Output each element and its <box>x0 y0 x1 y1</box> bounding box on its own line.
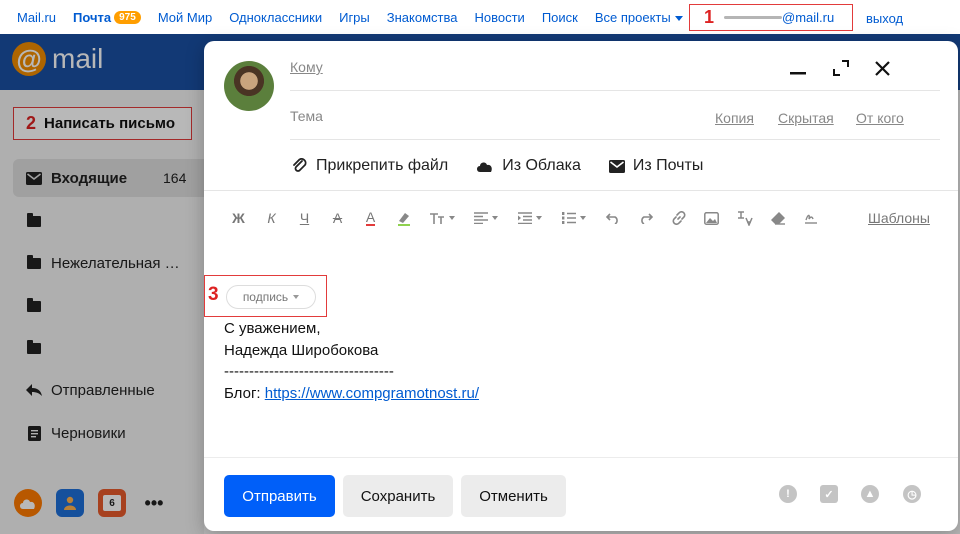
topbar-link-news[interactable]: Новости <box>474 10 524 25</box>
reminder-icon[interactable]: ▲ <box>861 485 879 503</box>
cc-link[interactable]: Копия <box>715 110 754 126</box>
schedule-icon[interactable]: ◷ <box>903 485 921 503</box>
body-line[interactable]: С уважением, <box>224 320 321 337</box>
bcc-link[interactable]: Скрытая <box>778 110 834 126</box>
blog-link[interactable]: https://www.compgramotnost.ru/ <box>265 385 479 402</box>
translate-icon <box>737 211 753 226</box>
expand-icon[interactable] <box>830 57 852 79</box>
image-button[interactable] <box>695 207 728 229</box>
strikethrough-icon: A <box>332 210 343 226</box>
bold-icon: Ж <box>232 210 245 226</box>
from-mail-button[interactable]: Из Почты <box>608 157 704 175</box>
redo-icon <box>640 213 653 224</box>
topbar-link-mail-label: Почта <box>73 9 112 25</box>
undo-icon <box>605 213 618 224</box>
strikethrough-button[interactable]: A <box>321 207 354 229</box>
link-icon <box>672 211 685 225</box>
recipient-field[interactable]: Кому <box>290 59 323 75</box>
from-link[interactable]: От кого <box>856 110 904 126</box>
underline-icon: Ч <box>299 210 310 226</box>
numbered-list-icon <box>562 212 576 224</box>
topbar-link-moy-mir[interactable]: Мой Мир <box>158 10 212 25</box>
underline-button[interactable]: Ч <box>288 207 321 229</box>
topbar-link-all-projects[interactable]: Все проекты <box>595 10 683 25</box>
sender-avatar[interactable] <box>224 61 274 111</box>
list-button[interactable] <box>552 207 596 229</box>
font-size-icon <box>430 213 444 224</box>
important-icon[interactable]: ! <box>779 485 797 503</box>
annotation-marker: 3 <box>208 284 219 305</box>
topbar-link-mailru[interactable]: Mail.ru <box>17 10 56 25</box>
highlight-icon <box>397 213 410 226</box>
eraser-icon <box>770 212 785 225</box>
blog-label: Блог: <box>224 385 265 402</box>
bold-button[interactable]: Ж <box>222 207 255 229</box>
body-line[interactable]: Надежда Широбокова <box>224 342 378 359</box>
from-cloud-button[interactable]: Из Облака <box>476 157 581 175</box>
chevron-down-icon <box>674 15 683 21</box>
font-size-button[interactable] <box>420 207 464 229</box>
align-button[interactable] <box>464 207 508 229</box>
italic-button[interactable]: К <box>255 207 288 229</box>
attach-row: Прикрепить файл Из Облака Из Почты <box>292 157 731 175</box>
cancel-button[interactable]: Отменить <box>461 475 566 517</box>
cloud-icon <box>476 160 494 172</box>
close-icon[interactable] <box>871 57 893 79</box>
from-cloud-label: Из Облака <box>502 157 581 174</box>
chevron-down-icon <box>293 295 300 299</box>
signature-select-label: подпись <box>242 290 289 304</box>
formatting-toolbar: Ж К Ч A A <box>222 207 827 229</box>
align-left-icon <box>474 212 488 224</box>
indent-icon <box>518 212 532 224</box>
logout-link[interactable]: выход <box>866 11 903 26</box>
undo-button[interactable] <box>596 207 629 229</box>
highlight-button[interactable] <box>387 207 420 229</box>
send-button[interactable]: Отправить <box>224 475 335 517</box>
from-mail-label: Из Почты <box>632 157 704 174</box>
signature-select[interactable]: подпись <box>226 285 316 309</box>
minimize-icon[interactable] <box>787 57 809 79</box>
redacted-username <box>724 16 783 19</box>
topbar-link-mail[interactable]: Почта 975 <box>73 10 141 25</box>
indent-button[interactable] <box>508 207 552 229</box>
text-color-button[interactable]: A <box>354 207 387 229</box>
translate-button[interactable] <box>728 207 761 229</box>
signature-settings-button[interactable] <box>794 207 827 229</box>
italic-icon: К <box>267 210 276 226</box>
attach-file-button[interactable]: Прикрепить файл <box>292 157 448 175</box>
subject-field[interactable]: Тема <box>290 108 323 124</box>
redo-button[interactable] <box>629 207 662 229</box>
all-projects-label: Все проекты <box>594 9 671 25</box>
compose-dialog: Кому Тема Копия Скрытая От кого Прикрепи… <box>204 41 958 531</box>
clear-format-button[interactable] <box>761 207 794 229</box>
topbar-link-games[interactable]: Игры <box>339 10 370 25</box>
divider <box>204 457 958 458</box>
body-line[interactable]: Блог: https://www.compgramotnost.ru/ <box>224 385 479 402</box>
templates-link[interactable]: Шаблоны <box>868 210 930 226</box>
topbar-link-odnoklassniki[interactable]: Одноклассники <box>229 10 322 25</box>
link-button[interactable] <box>662 207 695 229</box>
body-separator[interactable]: ---------------------------------- <box>224 363 394 380</box>
divider <box>204 190 958 191</box>
divider <box>290 139 940 140</box>
account-domain: @mail.ru <box>782 10 835 25</box>
text-color-icon: A <box>365 209 376 226</box>
annotation-marker: 1 <box>704 7 715 27</box>
topbar-link-dating[interactable]: Знакомства <box>387 10 458 25</box>
account-menu[interactable]: 1 @mail.ru <box>689 4 853 31</box>
signature-icon <box>804 214 817 224</box>
image-icon <box>704 211 719 225</box>
attach-file-label: Прикрепить файл <box>316 157 449 174</box>
save-button[interactable]: Сохранить <box>343 475 453 517</box>
unread-badge: 975 <box>114 10 141 24</box>
envelope-icon <box>608 159 625 173</box>
paperclip-icon <box>292 158 308 174</box>
divider <box>290 90 940 91</box>
topbar-link-search[interactable]: Поиск <box>542 10 578 25</box>
notify-receipt-icon[interactable]: ✓ <box>820 485 838 503</box>
